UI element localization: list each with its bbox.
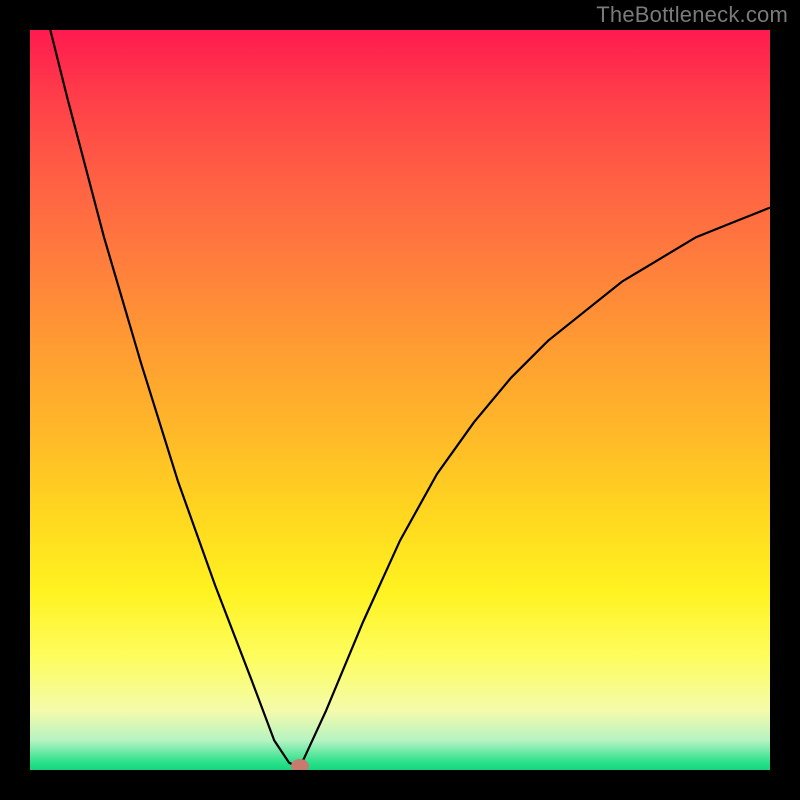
curve-layer	[30, 30, 770, 770]
watermark-text: TheBottleneck.com	[596, 2, 788, 28]
optimum-marker	[291, 759, 309, 770]
chart-frame: TheBottleneck.com	[0, 0, 800, 800]
bottleneck-curve	[30, 30, 770, 766]
plot-area	[30, 30, 770, 770]
